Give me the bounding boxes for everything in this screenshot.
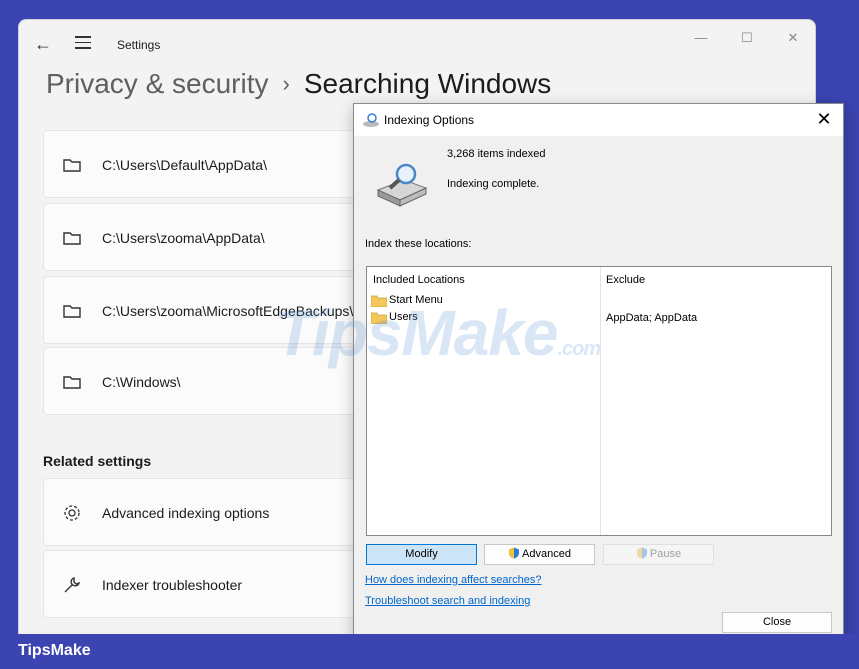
items-indexed-count: 3,268 items indexed: [447, 148, 546, 160]
included-locations-header[interactable]: Included Locations: [373, 274, 465, 286]
pause-button-label: Pause: [649, 548, 682, 560]
indexing-status: Indexing complete.: [447, 178, 540, 190]
folder-icon: [63, 376, 81, 389]
folder-icon: [63, 159, 81, 172]
watermark: TipsMake.com: [275, 296, 602, 370]
related-label: Indexer troubleshooter: [102, 577, 243, 593]
watermark-main: TipsMake: [275, 297, 558, 369]
advanced-button-label: Advanced: [522, 548, 571, 560]
gear-icon: [64, 505, 80, 521]
indexing-options-dialog: Indexing Options ✕ 3,268 items indexed I…: [353, 103, 844, 643]
app-title: Settings: [117, 38, 161, 52]
back-arrow-icon[interactable]: ←: [33, 34, 53, 54]
related-settings-title: Related settings: [43, 453, 152, 469]
folder-icon: [63, 305, 81, 318]
folder-path: C:\Users\zooma\AppData\: [102, 230, 265, 246]
related-label: Advanced indexing options: [102, 505, 270, 521]
brand-logo: TipsMake: [18, 642, 91, 659]
locations-label: Index these locations:: [365, 238, 472, 250]
close-button[interactable]: Close: [722, 612, 832, 633]
location-exclude: AppData; AppData: [606, 312, 698, 324]
exclude-header[interactable]: Exclude: [606, 274, 645, 286]
modify-button[interactable]: Modify: [366, 544, 477, 565]
hamburger-menu-icon[interactable]: [75, 36, 91, 50]
maximize-icon[interactable]: ☐: [737, 28, 757, 48]
watermark-suffix: .com: [557, 338, 602, 360]
indexer-troubleshooter-link[interactable]: Indexer troubleshooter: [43, 550, 373, 618]
dialog-close-icon[interactable]: ✕: [813, 108, 835, 130]
pause-button[interactable]: Pause: [603, 544, 714, 565]
breadcrumb: Privacy & security › Searching Windows: [46, 68, 551, 100]
uac-shield-icon: [636, 547, 647, 559]
uac-shield-icon: [509, 547, 520, 559]
troubleshoot-link[interactable]: Troubleshoot search and indexing: [365, 595, 530, 607]
breadcrumb-parent[interactable]: Privacy & security: [46, 68, 269, 99]
excluded-folder-item[interactable]: C:\Users\Default\AppData\: [43, 130, 373, 198]
dialog-titlebar: Indexing Options ✕: [354, 104, 843, 136]
how-indexing-affects-link[interactable]: How does indexing affect searches?: [365, 574, 542, 586]
folder-icon: [63, 232, 81, 245]
brand-bar: [0, 634, 859, 669]
advanced-button[interactable]: Advanced: [484, 544, 595, 565]
minimize-icon[interactable]: —: [691, 28, 711, 48]
breadcrumb-separator: ›: [282, 71, 290, 96]
close-icon[interactable]: ✕: [783, 28, 803, 48]
settings-titlebar: ← Settings — ☐ ✕: [19, 20, 815, 68]
indexing-app-icon: [363, 113, 379, 127]
indexing-drive-icon: [376, 163, 428, 207]
page-title: Searching Windows: [303, 68, 552, 99]
folder-path: C:\Windows\: [102, 374, 181, 390]
folder-path: C:\Users\Default\AppData\: [102, 157, 267, 173]
wrench-icon: [64, 577, 81, 593]
excluded-folder-item[interactable]: C:\Users\zooma\AppData\: [43, 203, 373, 271]
advanced-indexing-options-link[interactable]: Advanced indexing options: [43, 478, 373, 546]
dialog-title: Indexing Options: [384, 113, 475, 127]
